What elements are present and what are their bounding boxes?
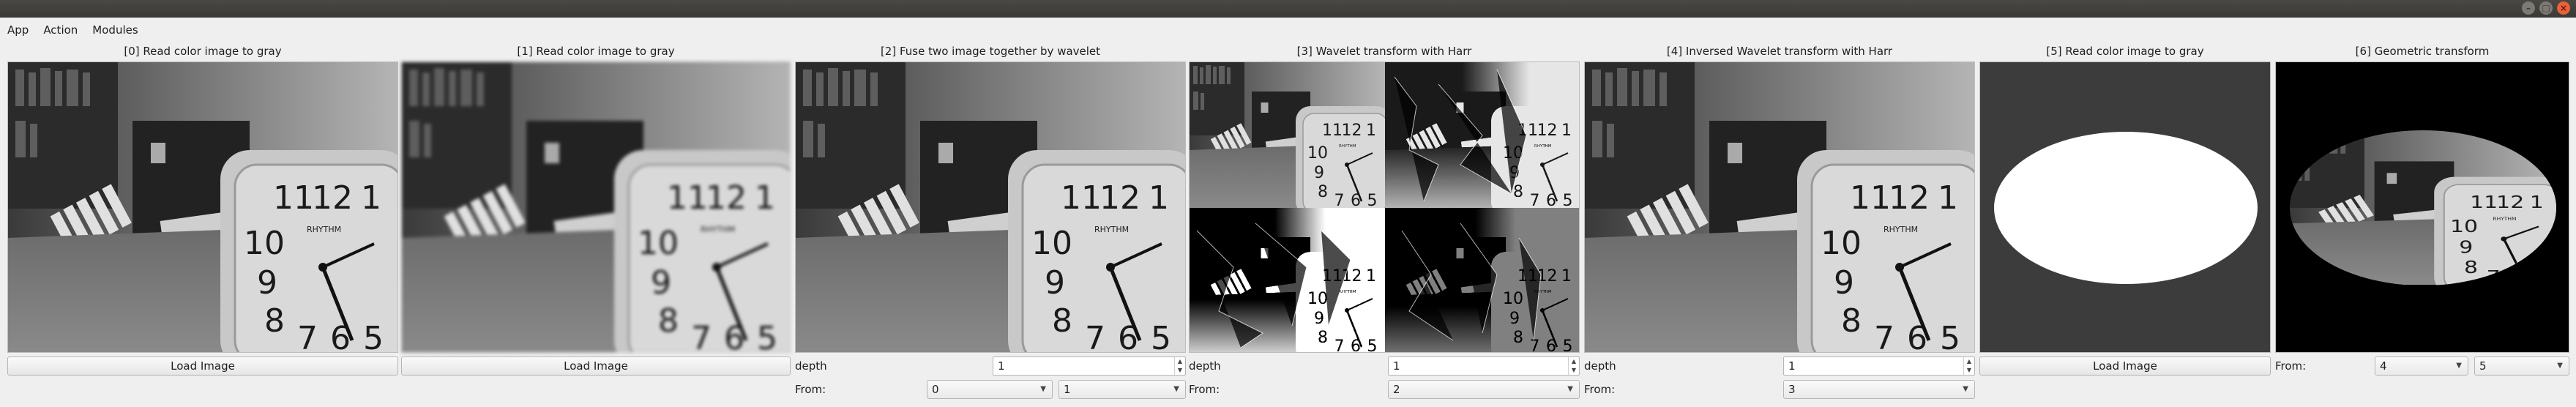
window-titlebar: – □ × <box>0 0 2576 18</box>
from-label: From: <box>2275 359 2307 373</box>
node-panel-1: [1] Read color image to gray Load Image <box>401 42 791 376</box>
from-combo-value: 2 <box>1393 383 1400 396</box>
depth-value: 1 <box>998 359 1005 373</box>
chevron-down-icon: ▼ <box>2456 362 2462 370</box>
from-combo-value: 5 <box>2479 359 2487 373</box>
depth-value: 1 <box>1788 359 1796 373</box>
from-combo-value: 1 <box>1064 383 1071 396</box>
node-panel-3: [3] Wavelet transform with Harr depth 1 … <box>1189 42 1580 399</box>
ellipse-image-view <box>1979 61 2271 353</box>
spin-arrows-icon[interactable]: ▲ ▼ <box>1963 357 1974 375</box>
from-combo-value: 0 <box>932 383 939 396</box>
load-image-button[interactable]: Load Image <box>7 356 398 376</box>
menu-app[interactable]: App <box>0 23 36 37</box>
geometric-image-view <box>2275 61 2569 353</box>
depth-value: 1 <box>1393 359 1400 373</box>
node-panel-6: [6] Geometric transform From: 4 ▼ 5 ▼ <box>2275 42 2569 376</box>
minimize-icon[interactable]: – <box>2522 1 2535 15</box>
load-image-button[interactable]: Load Image <box>1979 356 2271 376</box>
load-image-button[interactable]: Load Image <box>401 356 791 376</box>
inverse-wavelet-image-view <box>1584 61 1975 353</box>
depth-spinbox[interactable]: 1 ▲ ▼ <box>1388 356 1580 376</box>
panel-title: [0] Read color image to gray <box>124 45 282 58</box>
depth-label: depth <box>1189 359 1221 373</box>
node-panel-4: [4] Inversed Wavelet transform with Harr… <box>1584 42 1975 399</box>
panel-title: [4] Inversed Wavelet transform with Harr <box>1666 45 1893 58</box>
spin-arrows-icon[interactable]: ▲ ▼ <box>1174 357 1185 375</box>
close-icon[interactable]: × <box>2557 1 2570 15</box>
from-label: From: <box>1189 383 1220 396</box>
from-combo-a[interactable]: 2 ▼ <box>1388 380 1580 399</box>
spin-arrows-icon[interactable]: ▲ ▼ <box>1568 357 1579 375</box>
depth-spinbox[interactable]: 1 ▲ ▼ <box>993 356 1186 376</box>
from-label: From: <box>795 383 826 396</box>
node-panel-2: [2] Fuse two image together by wavelet d… <box>795 42 1186 399</box>
chevron-down-icon: ▼ <box>1173 385 1179 393</box>
chevron-down-icon: ▼ <box>1963 385 1968 393</box>
from-label: From: <box>1584 383 1616 396</box>
menu-bar: App Action Modules <box>0 18 2576 42</box>
menu-modules[interactable]: Modules <box>85 23 145 37</box>
panel-title: [1] Read color image to gray <box>517 45 675 58</box>
panel-title: [2] Fuse two image together by wavelet <box>880 45 1101 58</box>
from-combo-b[interactable]: 1 ▼ <box>1059 380 1186 399</box>
chevron-down-icon: ▼ <box>1567 385 1573 393</box>
chevron-down-icon: ▼ <box>1040 385 1046 393</box>
menu-action[interactable]: Action <box>36 23 85 37</box>
panel-title: [3] Wavelet transform with Harr <box>1296 45 1472 58</box>
depth-label: depth <box>795 359 827 373</box>
node-panel-5: [5] Read color image to gray Load Image <box>1979 42 2271 376</box>
from-combo-value: 4 <box>2380 359 2387 373</box>
maximize-icon[interactable]: □ <box>2539 1 2553 15</box>
panel-title: [5] Read color image to gray <box>2046 45 2204 58</box>
from-combo-a[interactable]: 3 ▼ <box>1783 380 1975 399</box>
from-combo-b[interactable]: 5 ▼ <box>2474 356 2569 376</box>
from-combo-a[interactable]: 0 ▼ <box>927 380 1053 399</box>
gray-image-view <box>7 61 398 353</box>
from-combo-a[interactable]: 4 ▼ <box>2375 356 2468 376</box>
chevron-down-icon: ▼ <box>2557 362 2563 370</box>
fused-image-view <box>795 61 1186 353</box>
from-combo-value: 3 <box>1788 383 1796 396</box>
depth-spinbox[interactable]: 1 ▲ ▼ <box>1783 356 1975 376</box>
gray-image-view <box>401 61 791 353</box>
depth-label: depth <box>1584 359 1616 373</box>
node-panel-0: [0] Read color image to gray Load Image <box>7 42 398 376</box>
wavelet-image-view <box>1189 61 1580 353</box>
panel-title: [6] Geometric transform <box>2355 45 2490 58</box>
